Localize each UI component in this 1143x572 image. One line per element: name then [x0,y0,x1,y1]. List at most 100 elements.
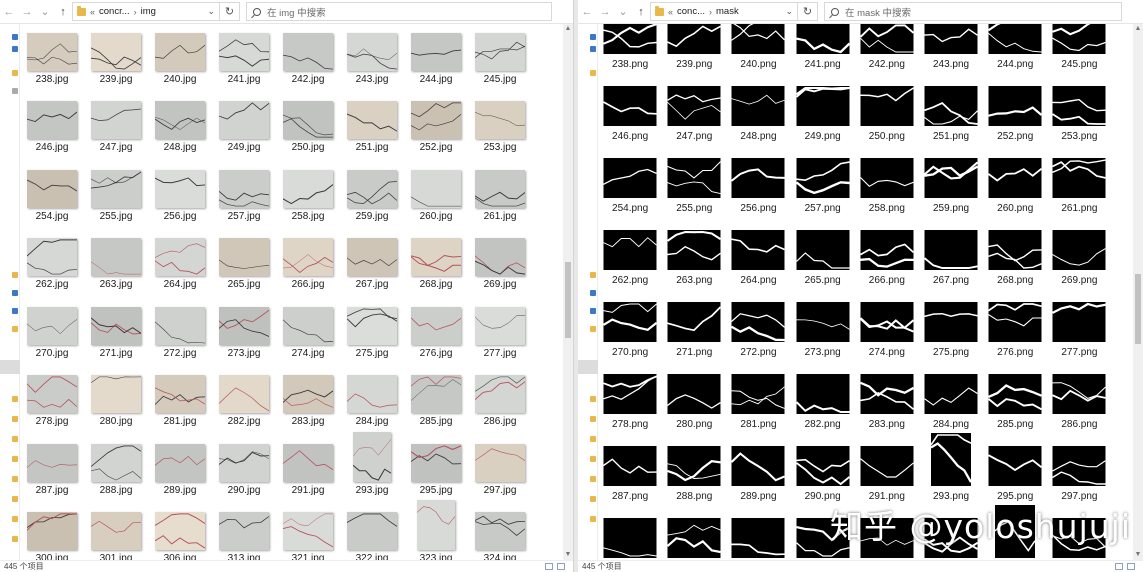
folder-icon[interactable] [12,396,18,402]
file-item[interactable]: 250.jpg [276,93,340,162]
file-item[interactable]: 278.jpg [20,367,84,436]
folder-icon[interactable] [590,456,596,462]
file-item[interactable]: 257.jpg [212,161,276,230]
file-item[interactable]: 263.png [662,222,726,294]
thumbnail-view-icon[interactable] [1127,563,1135,570]
file-item[interactable]: 276.png [983,294,1047,366]
file-item[interactable]: 267.png [919,222,983,294]
folder-icon[interactable] [12,496,18,502]
folder-icon[interactable] [12,326,18,332]
file-item[interactable]: 291.jpg [276,435,340,504]
file-item[interactable]: 276.jpg [404,298,468,367]
up-icon[interactable]: ↑ [54,0,72,24]
breadcrumb-parent[interactable]: concr... [99,6,130,17]
file-item[interactable]: 267.jpg [340,230,404,299]
scroll-down-icon[interactable]: ▼ [1133,550,1143,560]
scrollbar-thumb[interactable] [1135,274,1141,344]
nav-selected-item[interactable] [0,360,20,374]
address-dropdown-icon[interactable]: ⌄ [207,6,215,17]
file-item[interactable]: 246.png [598,78,662,150]
file-item[interactable]: 241.png [791,24,855,78]
file-item[interactable]: 306.png [726,510,790,560]
nav-selected-item[interactable] [578,360,598,374]
file-item[interactable]: 285.jpg [404,367,468,436]
file-item[interactable]: 253.jpg [468,93,532,162]
file-item[interactable]: 252.png [983,78,1047,150]
folder-icon[interactable] [12,476,18,482]
documents-icon[interactable] [590,308,596,314]
file-item[interactable]: 306.jpg [148,504,212,560]
breadcrumb-current[interactable]: mask [716,6,739,17]
file-item[interactable]: 281.jpg [148,367,212,436]
file-item[interactable]: 258.jpg [276,161,340,230]
file-item[interactable]: 285.png [983,366,1047,438]
folder-icon[interactable] [590,326,596,332]
file-item[interactable]: 254.png [598,150,662,222]
computer-icon[interactable] [590,290,596,296]
file-item[interactable]: 239.jpg [84,24,148,93]
file-item[interactable]: 238.jpg [20,24,84,93]
folder-icon[interactable] [12,272,18,278]
file-item[interactable]: 300.png [598,510,662,560]
file-item[interactable]: 277.png [1047,294,1111,366]
file-item[interactable]: 254.jpg [20,161,84,230]
file-item[interactable]: 288.jpg [84,435,148,504]
overflow-chevron-icon[interactable]: « [668,7,673,17]
file-item[interactable]: 238.png [598,24,662,78]
drive-icon[interactable] [12,88,18,94]
forward-icon[interactable]: → [18,0,36,24]
file-item[interactable]: 288.png [662,438,726,510]
file-item[interactable]: 248.jpg [148,93,212,162]
file-item[interactable]: 323.jpg [404,500,468,560]
file-item[interactable]: 301.jpg [84,504,148,560]
file-item[interactable]: 270.jpg [20,298,84,367]
overflow-chevron-icon[interactable]: « [90,7,95,17]
folder-icon[interactable] [590,436,596,442]
thumbnail-view-icon[interactable] [557,563,565,570]
file-item[interactable]: 280.jpg [84,367,148,436]
file-item[interactable]: 264.jpg [148,230,212,299]
file-item[interactable]: 242.jpg [276,24,340,93]
file-item[interactable]: 247.jpg [84,93,148,162]
file-item[interactable]: 280.png [662,366,726,438]
file-item[interactable]: 260.jpg [404,161,468,230]
quick-access-icon[interactable] [590,34,596,40]
file-item[interactable]: 268.png [983,222,1047,294]
file-item[interactable]: 290.jpg [212,435,276,504]
file-item[interactable]: 273.png [791,294,855,366]
file-item[interactable]: 245.png [1047,24,1111,78]
file-item[interactable]: 242.png [855,24,919,78]
file-item[interactable]: 269.png [1047,222,1111,294]
address-dropdown-icon[interactable]: ⌄ [785,6,793,17]
file-item[interactable]: 265.jpg [212,230,276,299]
file-item[interactable]: 265.png [791,222,855,294]
file-item[interactable]: 256.jpg [148,161,212,230]
file-item[interactable]: 313.jpg [212,504,276,560]
file-item[interactable]: 297.jpg [468,435,532,504]
folder-icon[interactable] [590,70,596,76]
file-item[interactable]: 275.png [919,294,983,366]
file-item[interactable]: 282.png [791,366,855,438]
file-item[interactable]: 251.png [919,78,983,150]
file-item[interactable]: 244.jpg [404,24,468,93]
folder-icon[interactable] [12,436,18,442]
documents-icon[interactable] [12,308,18,314]
address-bar[interactable]: « conc... › mask ⌄ [650,2,798,21]
file-item[interactable]: 244.png [983,24,1047,78]
scrollbar-thumb[interactable] [565,262,571,338]
file-item[interactable]: 249.png [791,78,855,150]
file-item[interactable]: 281.png [726,366,790,438]
file-item[interactable]: 272.jpg [148,298,212,367]
file-item[interactable]: 240.jpg [148,24,212,93]
file-item[interactable]: 243.jpg [340,24,404,93]
file-item[interactable]: 274.jpg [276,298,340,367]
file-item[interactable]: 272.png [726,294,790,366]
file-item[interactable]: 322.jpg [340,504,404,560]
recent-dropdown-icon[interactable]: ⌄ [614,0,632,24]
computer-icon[interactable] [12,290,18,296]
file-item[interactable]: 271.png [662,294,726,366]
file-item[interactable]: 252.jpg [404,93,468,162]
folder-icon[interactable] [590,272,596,278]
file-item[interactable]: 258.png [855,150,919,222]
file-item[interactable]: 243.png [919,24,983,78]
